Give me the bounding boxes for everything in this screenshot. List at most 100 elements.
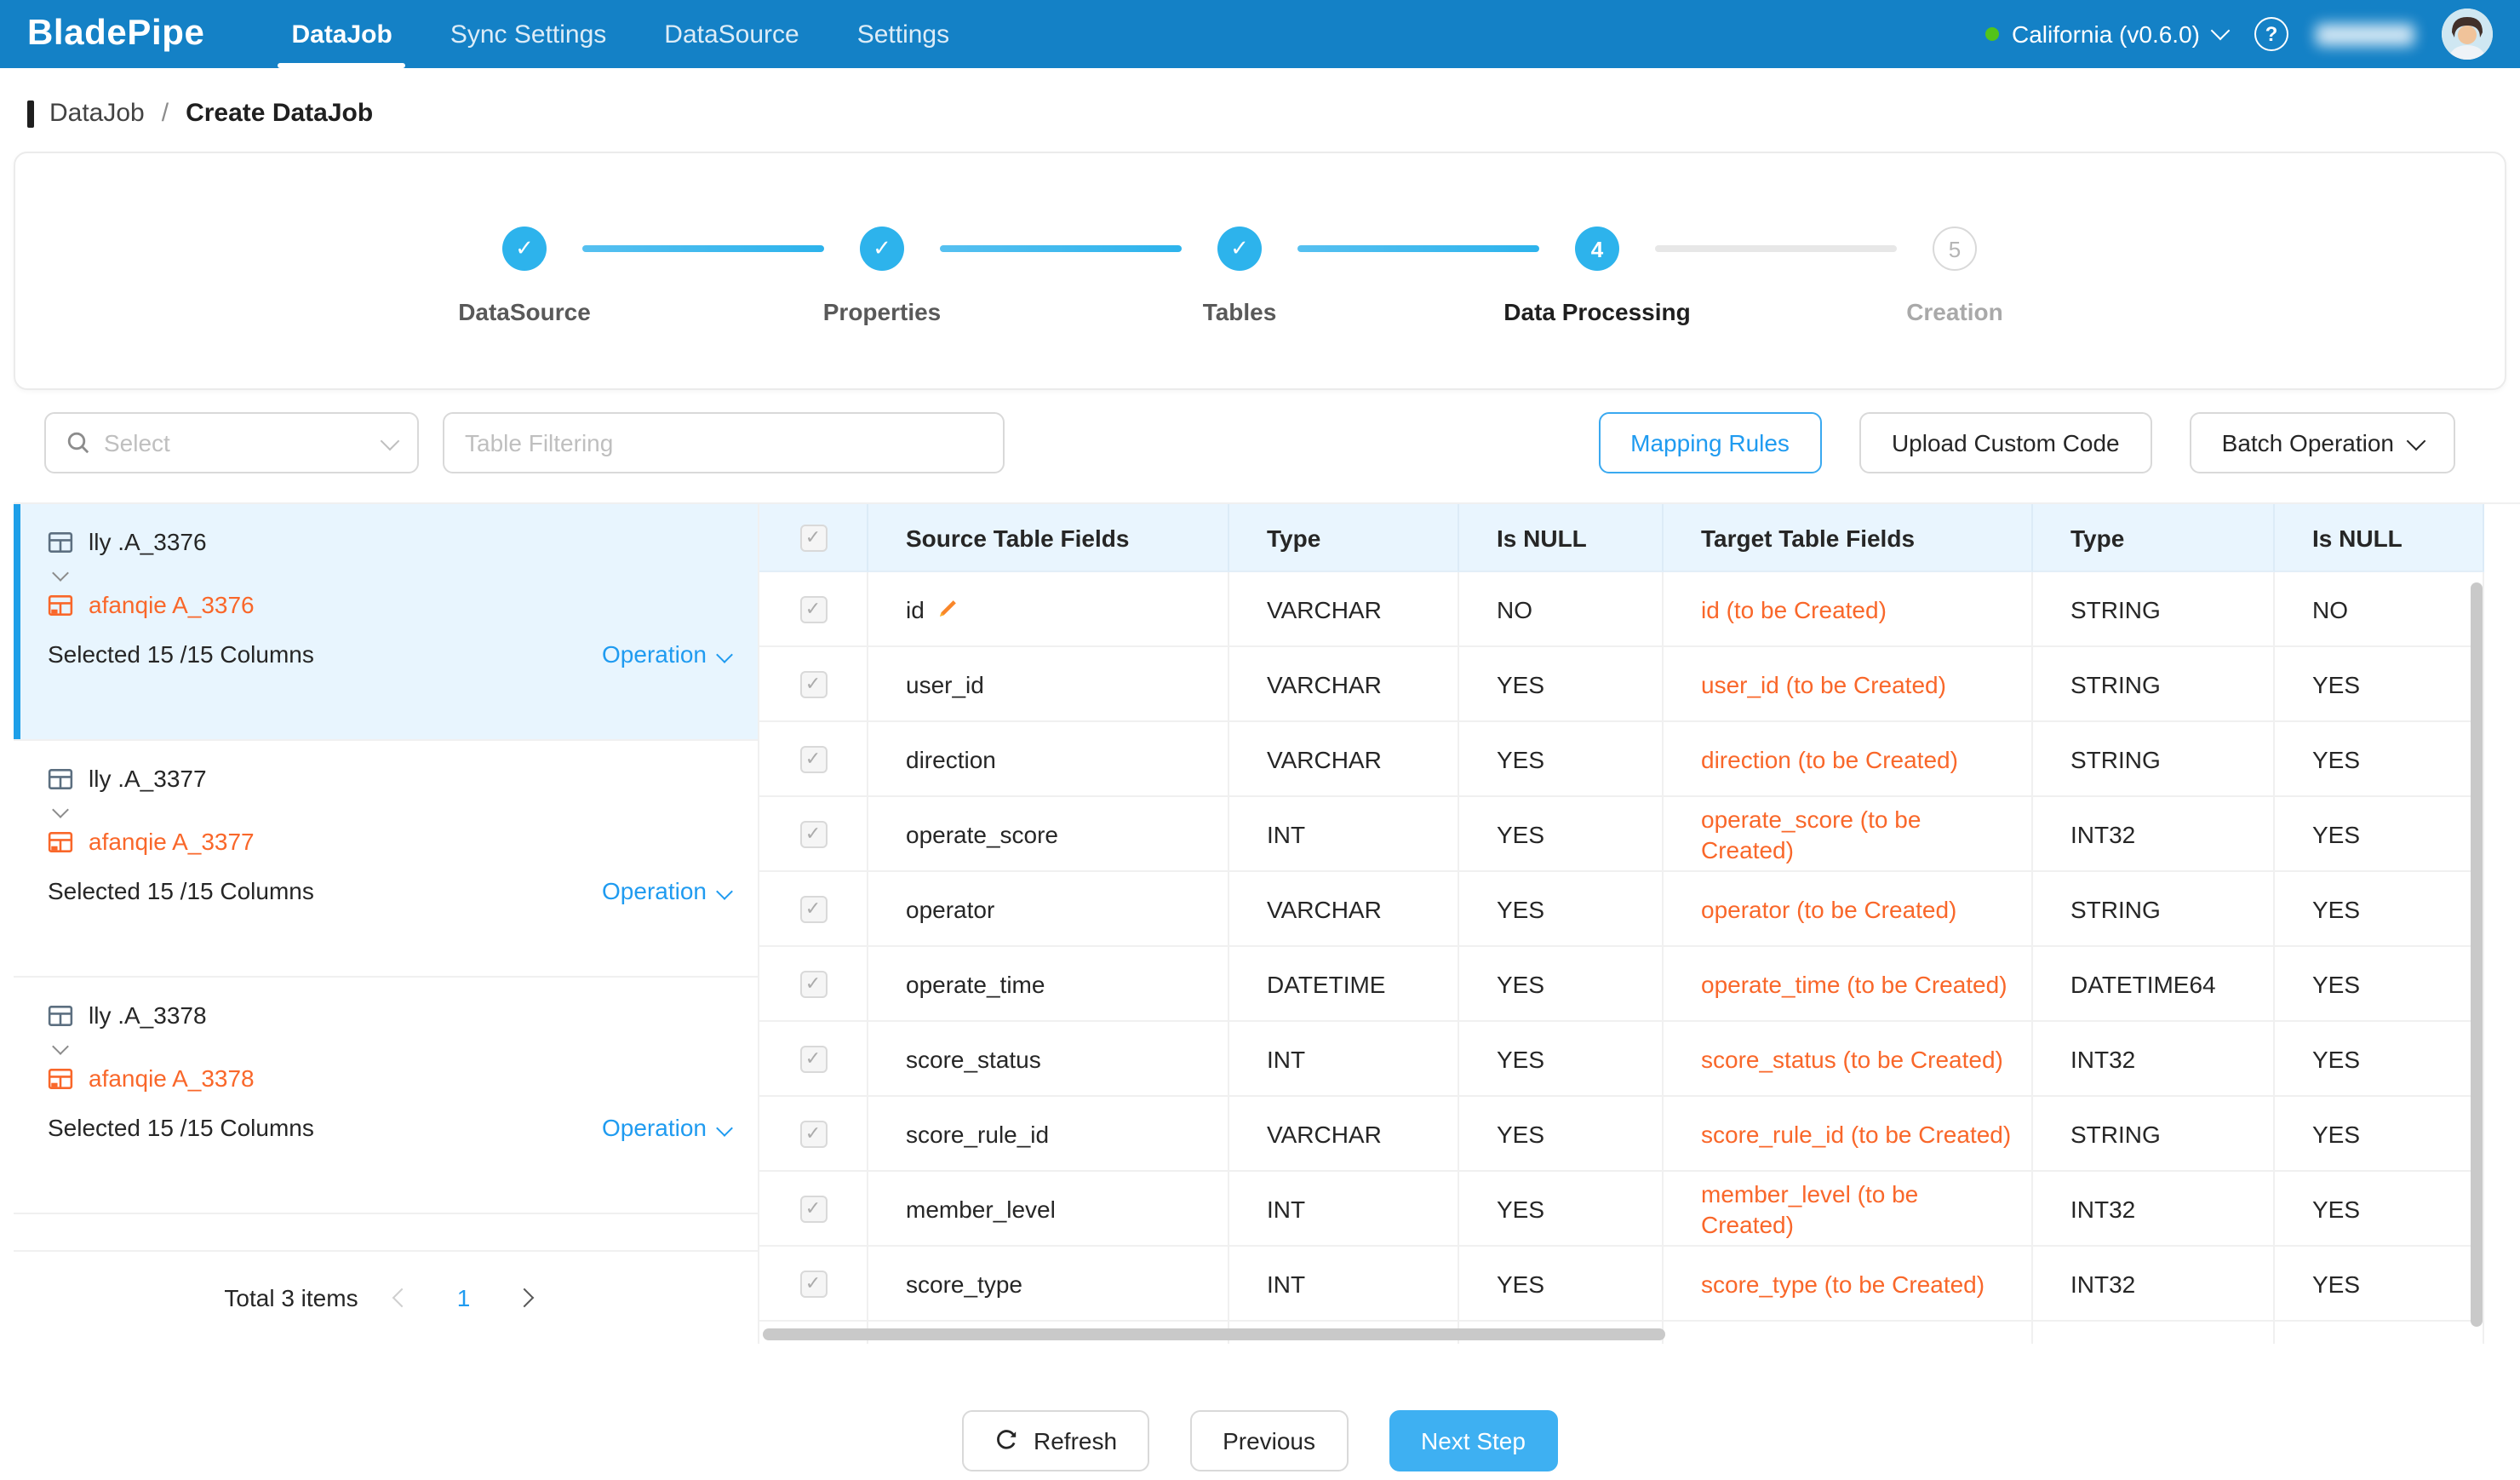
- target-type-cell: STRING: [2033, 1097, 2275, 1172]
- table-row: ✓ score_rule_id VARCHAR YES score_rule_i…: [759, 1097, 2484, 1172]
- source-field-name: operate_time: [906, 970, 1045, 997]
- breadcrumb-marker: [27, 100, 34, 127]
- nav-item[interactable]: Settings: [828, 0, 978, 68]
- stepper: ✓ DataSource ✓ Properties ✓ Tables 4 Dat…: [419, 227, 2060, 325]
- row-checkbox-cell: ✓: [759, 647, 868, 722]
- source-type-cell: VARCHAR: [1229, 1097, 1459, 1172]
- selected-columns-label: Selected 15 /15 Columns: [48, 640, 314, 668]
- operation-label: Operation: [602, 877, 707, 904]
- target-table-name: afanqie A_3376: [89, 591, 255, 618]
- chevron-down-icon[interactable]: [54, 804, 75, 816]
- source-type-cell: INT: [1229, 1022, 1459, 1097]
- pagination-page-1[interactable]: 1: [447, 1284, 481, 1311]
- source-type-cell: INT: [1229, 797, 1459, 872]
- chevron-down-icon: [2211, 21, 2231, 41]
- target-field-cell: direction (to be Created): [1664, 722, 2033, 797]
- select-all-checkbox[interactable]: ✓: [799, 524, 827, 551]
- target-table-icon: [48, 1065, 73, 1091]
- row-checkbox-cell: ✓: [759, 1172, 868, 1247]
- row-checkbox[interactable]: ✓: [799, 595, 827, 622]
- table-row: ✓ operate_time DATETIME YES operate_time…: [759, 947, 2484, 1022]
- batch-operation-button[interactable]: Batch Operation: [2190, 412, 2455, 473]
- step-circle: 4: [1575, 227, 1619, 271]
- edit-icon[interactable]: [936, 598, 959, 620]
- target-field-cell: score_status (to be Created): [1664, 1022, 2033, 1097]
- fields-tbody: ✓ id VARCHAR NO id (to be Created) STRIN…: [759, 572, 2484, 1344]
- next-step-button[interactable]: Next Step: [1389, 1410, 1558, 1471]
- row-checkbox[interactable]: ✓: [799, 745, 827, 772]
- table-row: ✓ operator VARCHAR YES operator (to be C…: [759, 872, 2484, 947]
- vertical-scrollbar[interactable]: [2471, 582, 2483, 1327]
- target-table-icon: [48, 829, 73, 854]
- mapping-rules-button[interactable]: Mapping Rules: [1598, 412, 1822, 473]
- source-field-cell: id: [868, 572, 1229, 647]
- step-label: Tables: [1203, 298, 1277, 325]
- source-field-cell: score_type: [868, 1247, 1229, 1322]
- avatar[interactable]: [2442, 9, 2493, 60]
- top-nav: BladePipe DataJob Sync Settings DataSour…: [0, 0, 2520, 68]
- header-source-isnull: Is NULL: [1459, 504, 1664, 572]
- target-isnull-cell: NO: [2275, 572, 2484, 647]
- chevron-down-icon[interactable]: [54, 1041, 75, 1053]
- refresh-button[interactable]: Refresh: [962, 1410, 1149, 1471]
- row-checkbox[interactable]: ✓: [799, 1270, 827, 1297]
- help-button[interactable]: ?: [2254, 17, 2288, 51]
- row-checkbox-cell: ✓: [759, 1097, 868, 1172]
- breadcrumb-parent[interactable]: DataJob: [49, 99, 145, 128]
- stepper-step: ✓ Properties: [776, 227, 988, 325]
- toolbar-actions: Mapping Rules Upload Custom Code Batch O…: [1598, 412, 2455, 473]
- target-type-cell: [2033, 1322, 2275, 1344]
- step-label: Properties: [823, 298, 942, 325]
- row-checkbox[interactable]: ✓: [799, 1120, 827, 1147]
- table-row: ✓ score_type INT YES score_type (to be C…: [759, 1247, 2484, 1322]
- target-table-name: afanqie A_3378: [89, 1064, 255, 1092]
- row-checkbox[interactable]: ✓: [799, 1195, 827, 1222]
- footer-actions: Refresh Previous Next Step: [0, 1410, 2520, 1471]
- table-filter-input[interactable]: [443, 412, 1005, 473]
- list-item[interactable]: lly .A_3377 afanqie A_3377 Selected 15 /…: [14, 741, 758, 978]
- previous-button[interactable]: Previous: [1190, 1410, 1348, 1471]
- operation-link[interactable]: Operation: [602, 877, 730, 904]
- chevron-down-icon[interactable]: [54, 567, 75, 579]
- row-checkbox-cell: ✓: [759, 1022, 868, 1097]
- operation-link[interactable]: Operation: [602, 640, 730, 668]
- chevron-down-icon: [716, 645, 733, 663]
- row-checkbox[interactable]: ✓: [799, 970, 827, 997]
- source-field-name: member_level: [906, 1195, 1056, 1222]
- batch-operation-label: Batch Operation: [2222, 429, 2394, 456]
- source-table-name: lly .A_3376: [89, 528, 207, 555]
- target-isnull-cell: YES: [2275, 1172, 2484, 1247]
- row-checkbox[interactable]: ✓: [799, 1045, 827, 1072]
- row-checkbox[interactable]: ✓: [799, 670, 827, 697]
- row-checkbox[interactable]: ✓: [799, 820, 827, 847]
- operation-link[interactable]: Operation: [602, 1114, 730, 1141]
- brand-logo[interactable]: BladePipe: [27, 14, 204, 54]
- horizontal-scrollbar[interactable]: [763, 1328, 1665, 1340]
- table-list-panel: lly .A_3376 afanqie A_3376 Selected 15 /…: [14, 504, 759, 1344]
- row-checkbox-cell: ✓: [759, 722, 868, 797]
- pagination-next-button[interactable]: [503, 1276, 547, 1320]
- source-field-cell: score_status: [868, 1022, 1229, 1097]
- refresh-label: Refresh: [1034, 1427, 1117, 1454]
- list-item[interactable]: lly .A_3378 afanqie A_3378 Selected 15 /…: [14, 978, 758, 1214]
- region-selector[interactable]: California (v0.6.0): [1984, 20, 2227, 48]
- nav-item[interactable]: Sync Settings: [421, 0, 635, 68]
- target-type-cell: STRING: [2033, 647, 2275, 722]
- table-row: ✓ member_level INT YES member_level (to …: [759, 1172, 2484, 1247]
- stepper-step: ✓ Tables: [1134, 227, 1345, 325]
- nav-item[interactable]: DataSource: [635, 0, 828, 68]
- table-select-dropdown[interactable]: Select: [44, 412, 419, 473]
- target-field-cell: user_id (to be Created): [1664, 647, 2033, 722]
- list-item[interactable]: lly .A_3376 afanqie A_3376 Selected 15 /…: [14, 504, 758, 741]
- header-target-fields: Target Table Fields: [1664, 504, 2033, 572]
- source-field-name: operate_score: [906, 820, 1058, 847]
- total-items-label: Total 3 items: [224, 1284, 358, 1311]
- row-checkbox-cell: ✓: [759, 872, 868, 947]
- row-checkbox[interactable]: ✓: [799, 895, 827, 922]
- nav-item[interactable]: DataJob: [262, 0, 421, 68]
- upload-custom-code-button[interactable]: Upload Custom Code: [1859, 412, 2152, 473]
- source-field-cell: direction: [868, 722, 1229, 797]
- source-type-cell: INT: [1229, 1172, 1459, 1247]
- avatar-illustration: [2442, 9, 2493, 60]
- pagination-prev-button[interactable]: [381, 1276, 425, 1320]
